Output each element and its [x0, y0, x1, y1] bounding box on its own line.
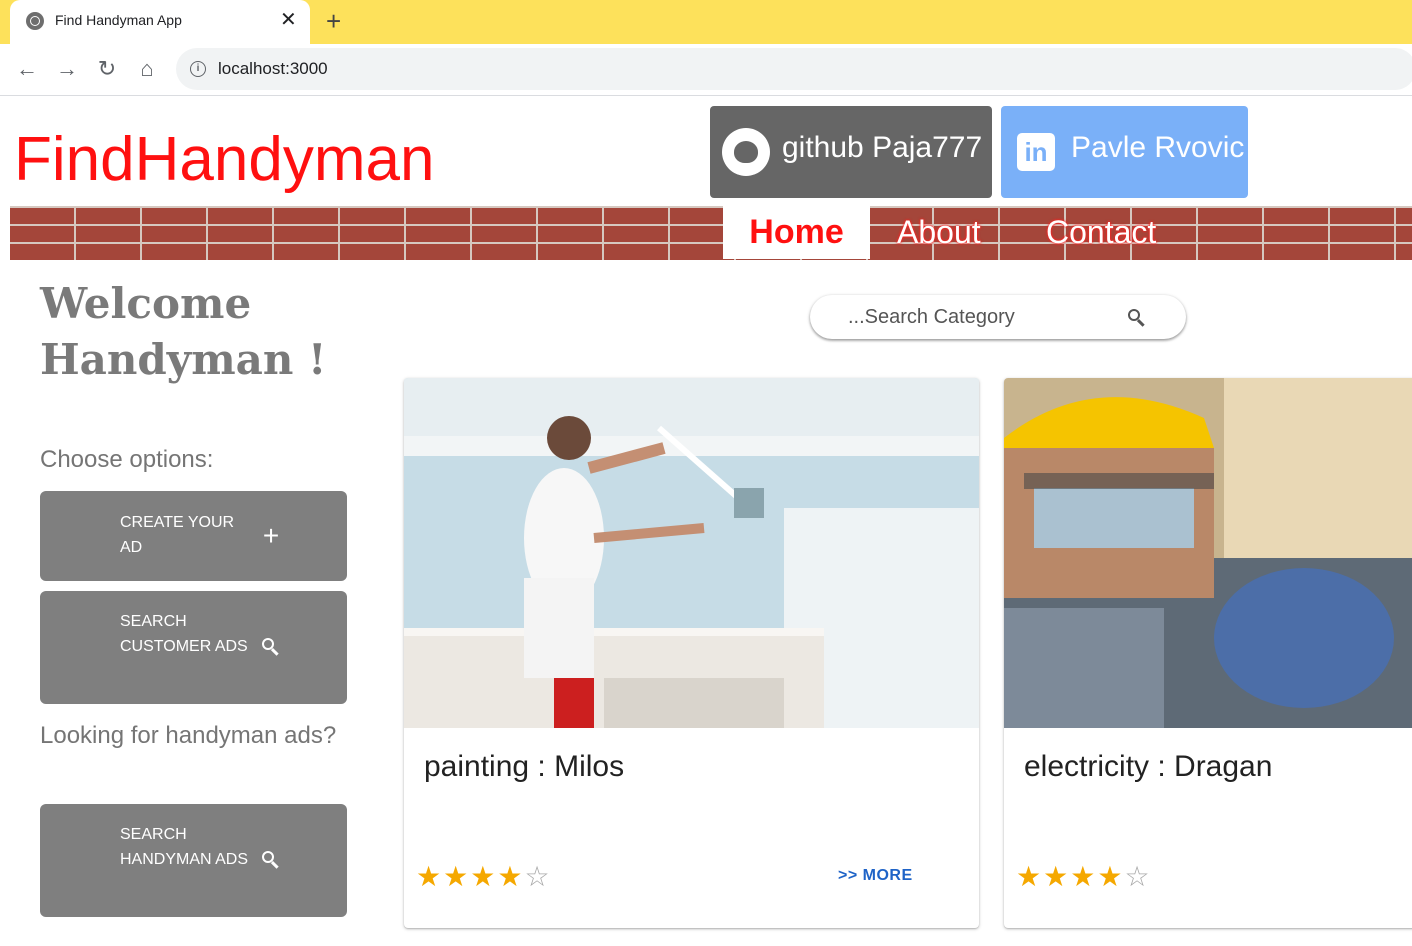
plus-icon: +	[262, 520, 280, 551]
painter-photo	[404, 378, 979, 728]
info-icon[interactable]: i	[190, 61, 206, 77]
github-label: github Paja777	[782, 131, 983, 164]
looking-for-handyman-label: Looking for handyman ads?	[40, 722, 337, 749]
browser-tab[interactable]: Find Handyman App ✕	[10, 0, 310, 44]
star-empty-icon[interactable]: ☆	[524, 861, 551, 892]
star-icon[interactable]: ★	[497, 861, 524, 892]
address-bar[interactable]: i localhost:3000	[176, 48, 1412, 90]
star-icon[interactable]: ★	[1016, 861, 1043, 892]
star-icon[interactable]: ★	[1097, 861, 1124, 892]
star-icon[interactable]: ★	[416, 861, 443, 892]
welcome-heading: Welcome Handyman !	[40, 279, 327, 384]
browser-tabbar: Find Handyman App ✕ +	[0, 0, 1412, 44]
choose-options-label: Choose options:	[40, 446, 214, 473]
linkedin-button[interactable]: in Pavle Rvovic	[1001, 106, 1248, 198]
star-empty-icon[interactable]: ☆	[1124, 861, 1151, 892]
create-ad-label: CREATE YOUR AD	[120, 514, 235, 556]
star-rating[interactable]: ★★★★☆	[1016, 860, 1152, 893]
nav-bar-brick-background	[10, 206, 1412, 260]
forward-arrow-icon[interactable]: →	[54, 56, 80, 82]
close-icon[interactable]: ✕	[280, 8, 297, 32]
nav-about[interactable]: About	[897, 206, 981, 259]
nav-contact[interactable]: Contact	[1046, 206, 1156, 259]
browser-toolbar: ← → ↻ ⌂ i localhost:3000	[0, 44, 1412, 96]
star-icon[interactable]: ★	[1043, 861, 1070, 892]
category-search-input[interactable]	[848, 305, 1118, 329]
reload-icon[interactable]: ↻	[94, 56, 120, 82]
star-icon[interactable]: ★	[443, 861, 470, 892]
search-handyman-ads-label: SEARCH HANDYMAN ADS	[120, 826, 249, 868]
search-icon	[260, 849, 282, 871]
star-icon[interactable]: ★	[1070, 861, 1097, 892]
linkedin-label: Pavle Rvovic	[1071, 131, 1245, 164]
ad-card[interactable]: painting : Milos ★★★★☆ >> MORE	[404, 378, 979, 928]
home-icon[interactable]: ⌂	[134, 56, 160, 82]
tab-title: Find Handyman App	[55, 12, 182, 28]
search-handyman-ads-button[interactable]: SEARCH HANDYMAN ADS	[40, 804, 347, 917]
search-icon[interactable]	[1128, 309, 1150, 336]
search-customer-ads-label: SEARCH CUSTOMER ADS	[120, 613, 248, 655]
github-icon	[722, 128, 770, 176]
search-icon	[260, 636, 282, 658]
new-tab-button[interactable]: +	[326, 6, 341, 36]
category-search-box[interactable]	[810, 295, 1186, 339]
site-logo[interactable]: FindHandyman	[14, 124, 434, 195]
url-text[interactable]: localhost:3000	[218, 59, 328, 79]
card-title: electricity : Dragan	[1024, 750, 1273, 783]
star-rating[interactable]: ★★★★☆	[416, 860, 552, 893]
github-button[interactable]: github Paja777	[710, 106, 992, 198]
star-icon[interactable]: ★	[470, 861, 497, 892]
back-arrow-icon[interactable]: ←	[14, 56, 40, 82]
card-title: painting : Milos	[424, 750, 625, 783]
search-customer-ads-button[interactable]: SEARCH CUSTOMER ADS	[40, 591, 347, 704]
nav-home[interactable]: Home	[723, 206, 870, 259]
electrician-photo	[1004, 378, 1412, 728]
globe-icon	[26, 12, 44, 30]
create-ad-button[interactable]: CREATE YOUR AD +	[40, 491, 347, 581]
linkedin-icon: in	[1017, 133, 1055, 171]
ad-card[interactable]: electricity : Dragan ★★★★☆	[1004, 378, 1412, 928]
more-link[interactable]: >> MORE	[838, 867, 913, 885]
